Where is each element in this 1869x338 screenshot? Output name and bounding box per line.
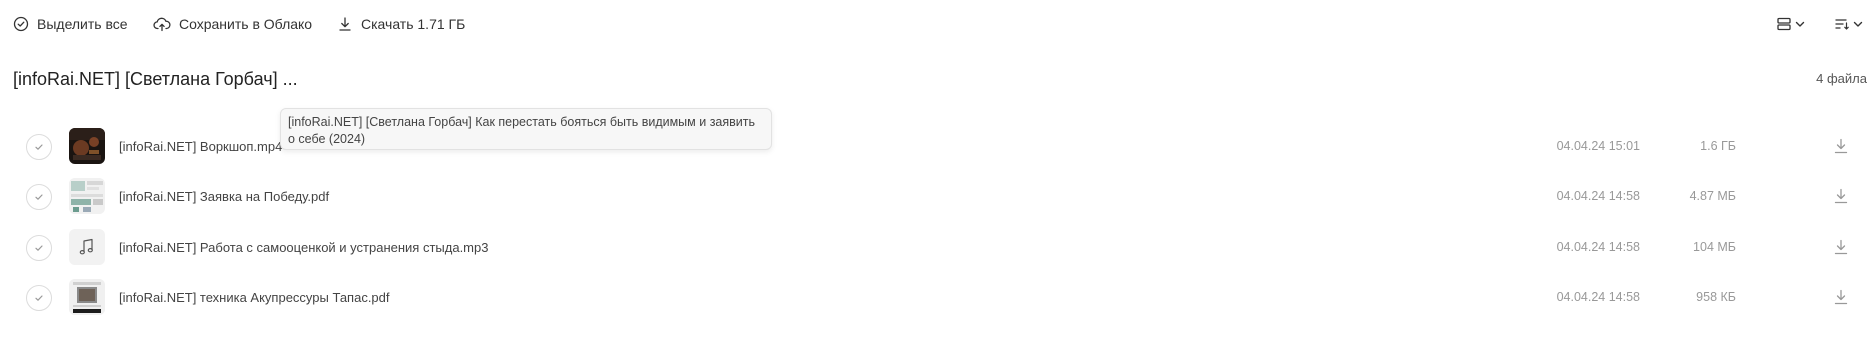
file-date: 04.04.24 14:58: [1556, 189, 1640, 203]
file-name[interactable]: [infoRai.NET] Работа с самооценкой и уст…: [119, 240, 488, 255]
download-file-button[interactable]: [1832, 137, 1850, 155]
download-icon: [1834, 188, 1848, 204]
download-file-button[interactable]: [1832, 288, 1850, 306]
pdf-thumbnail: [69, 178, 105, 214]
row-checkbox[interactable]: [26, 285, 52, 311]
download-all-label: Скачать 1.71 ГБ: [361, 16, 466, 32]
pdf-thumbnail: [69, 279, 105, 315]
select-all-label: Выделить все: [37, 16, 128, 32]
folder-title: [infoRai.NET] [Светлана Горбач] ...: [13, 69, 298, 89]
download-icon: [339, 17, 351, 31]
check-circle-icon: [13, 16, 29, 32]
file-size: 4.87 МБ: [1689, 189, 1736, 203]
video-thumbnail: [69, 128, 105, 164]
download-icon: [1834, 239, 1848, 255]
row-checkbox[interactable]: [26, 184, 52, 210]
check-icon: [35, 245, 43, 251]
select-all-button[interactable]: Выделить все: [13, 14, 128, 34]
file-date: 04.04.24 14:58: [1556, 240, 1640, 254]
file-size: 1.6 ГБ: [1700, 139, 1736, 153]
download-all-button[interactable]: Скачать 1.71 ГБ: [337, 14, 465, 34]
file-row[interactable]: [infoRai.NET] Заявка на Победу.pdf 04.04…: [0, 172, 1869, 222]
download-file-button[interactable]: [1832, 238, 1850, 256]
file-name[interactable]: [infoRai.NET] Заявка на Победу.pdf: [119, 189, 329, 204]
download-icon: [1834, 289, 1848, 305]
save-to-cloud-button[interactable]: Сохранить в Облако: [153, 14, 312, 34]
music-note-icon: [79, 238, 93, 255]
file-row[interactable]: [infoRai.NET] Работа с самооценкой и уст…: [0, 223, 1869, 273]
file-date: 04.04.24 14:58: [1556, 290, 1640, 304]
download-file-button[interactable]: [1832, 187, 1850, 205]
check-icon: [35, 194, 43, 200]
download-icon: [1834, 138, 1848, 154]
view-mode-dropdown[interactable]: [1776, 14, 1806, 34]
file-name[interactable]: [infoRai.NET] Воркшоп.mp4: [119, 139, 282, 154]
list-view-icon: [1777, 17, 1791, 31]
file-date: 04.04.24 15:01: [1556, 139, 1640, 153]
chevron-down-icon: [1795, 21, 1805, 27]
file-row[interactable]: [infoRai.NET] техника Акупрессуры Тапас.…: [0, 273, 1869, 323]
file-size: 104 МБ: [1693, 240, 1736, 254]
file-name[interactable]: [infoRai.NET] техника Акупрессуры Тапас.…: [119, 290, 390, 305]
check-icon: [35, 144, 43, 150]
check-icon: [35, 295, 43, 301]
sort-dropdown[interactable]: [1834, 14, 1864, 34]
sort-icon: [1835, 19, 1849, 30]
row-checkbox[interactable]: [26, 134, 52, 160]
chevron-down-icon: [1853, 21, 1863, 27]
audio-thumbnail: [69, 229, 105, 265]
save-to-cloud-label: Сохранить в Облако: [179, 16, 313, 32]
toolbar: Выделить все Сохранить в Облако Скачать …: [0, 0, 1869, 46]
file-size: 958 КБ: [1696, 290, 1736, 304]
cloud-upload-icon: [153, 17, 171, 32]
files-count: 4 файла: [1816, 71, 1867, 86]
row-checkbox[interactable]: [26, 235, 52, 261]
folder-name-tooltip: [infoRai.NET] [Светлана Горбач] Как пере…: [280, 108, 772, 150]
